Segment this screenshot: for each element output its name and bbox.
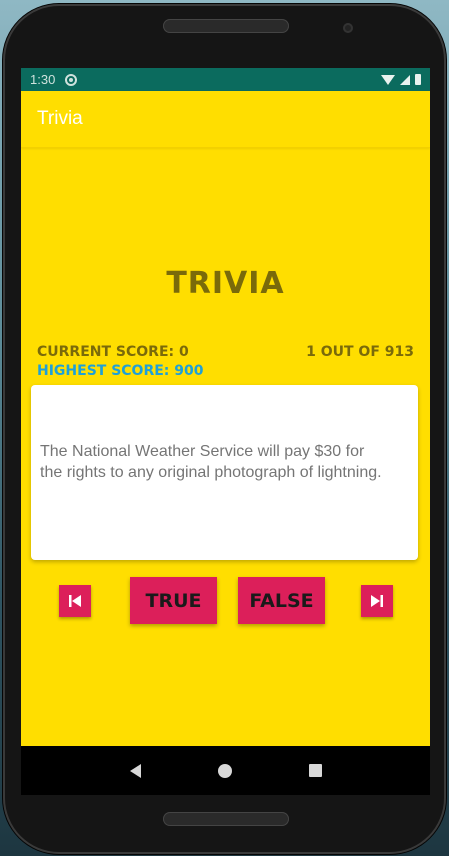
question-counter: 1 OUT OF 913 (306, 344, 414, 360)
app-bar-title: Trivia (37, 108, 83, 129)
status-time: 1:30 (30, 72, 56, 87)
highest-score: HIGHEST SCORE: 900 (37, 363, 204, 379)
score-row: CURRENT SCORE: 0 1 OUT OF 913 (37, 344, 414, 360)
wifi-icon (381, 74, 395, 85)
bottom-speaker (163, 812, 289, 826)
recents-icon[interactable] (308, 764, 322, 777)
sync-icon (65, 73, 78, 86)
previous-question-button[interactable] (59, 585, 91, 617)
front-camera (343, 23, 353, 33)
skip-previous-icon (69, 595, 81, 607)
question-card: The National Weather Service will pay $3… (31, 385, 418, 560)
status-icons (381, 74, 421, 85)
app-bar: Trivia (21, 91, 430, 148)
true-button[interactable]: TRUE (130, 577, 217, 624)
next-question-button[interactable] (361, 585, 393, 617)
battery-icon (415, 74, 421, 85)
back-icon[interactable] (129, 763, 141, 778)
system-nav-bar (21, 746, 430, 795)
current-score: CURRENT SCORE: 0 (37, 344, 189, 360)
home-icon[interactable] (217, 763, 232, 778)
top-speaker (163, 19, 289, 33)
game-heading: TRIVIA (166, 266, 285, 301)
app-screen: 1:30 Trivia TRIVIA CURRENT SCORE: 0 1 OU… (21, 68, 430, 795)
question-text: The National Weather Service will pay $3… (40, 443, 382, 481)
cell-signal-icon (400, 74, 410, 85)
skip-next-icon (371, 595, 383, 607)
false-button[interactable]: FALSE (238, 577, 325, 624)
status-bar: 1:30 (21, 68, 430, 91)
